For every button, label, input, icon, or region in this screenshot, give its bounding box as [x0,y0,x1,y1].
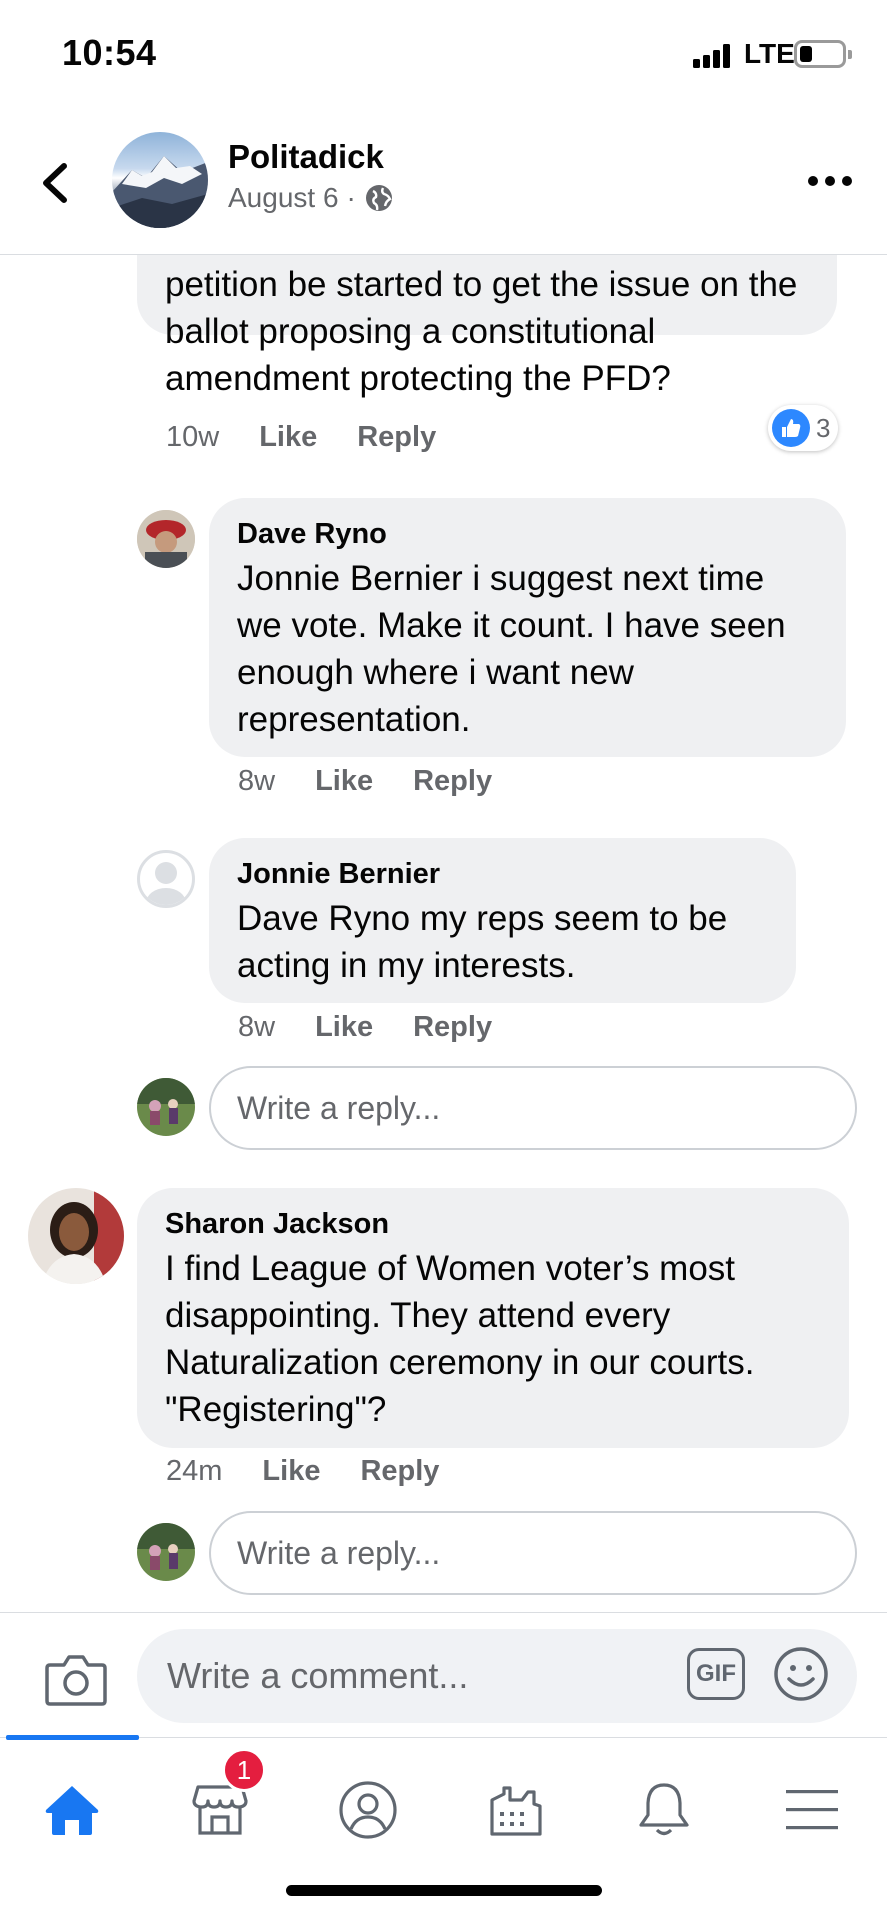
gif-icon[interactable]: GIF [687,1648,745,1700]
status-bar: 10:54 LTE [0,0,887,110]
active-tab-indicator [6,1735,139,1740]
comment-author[interactable]: Dave Ryno [237,518,818,551]
comment-text: petition be started to get the issue on … [165,265,798,398]
comments-list: petition be started to get the issue on … [0,255,887,1610]
page-avatar[interactable] [112,132,208,228]
like-link[interactable]: Like [315,765,373,798]
comment-text: Dave Ryno my reps seem to be acting in m… [237,899,728,985]
reaction-count[interactable]: 3 [768,405,839,451]
reply-link[interactable]: Reply [413,765,492,798]
reply-input[interactable]: Write a reply... [209,1066,857,1150]
comment-time: 10w [166,421,220,453]
reply-link[interactable]: Reply [357,421,436,454]
network-label: LTE [744,38,795,69]
profile-icon [339,1781,397,1839]
comment-bubble[interactable]: Jonnie Bernier Dave Ryno my reps seem to… [209,838,796,1003]
comment-time: 24m [166,1455,223,1487]
like-reaction-icon [772,409,810,447]
comment-actions: 24m Like Reply [166,1455,439,1488]
reply-input[interactable]: Write a reply... [209,1511,857,1595]
avatar[interactable] [28,1188,124,1284]
menu-icon [786,1790,838,1830]
comment-bubble[interactable]: Sharon Jackson I find League of Women vo… [137,1188,849,1448]
notifications-icon [639,1783,689,1836]
back-icon[interactable] [38,160,74,206]
comment-actions: 8w Like Reply [238,765,492,798]
globe-icon [365,185,392,211]
comment-input[interactable]: Write a comment... [137,1629,857,1723]
page-name[interactable]: Politadick [228,138,384,176]
tab-menu[interactable] [762,1760,862,1860]
avatar-placeholder[interactable] [137,850,195,908]
tab-pages[interactable] [466,1760,566,1860]
battery-icon [794,40,852,68]
comment-actions: 8w Like Reply [238,1011,492,1044]
post-header: Politadick August 6 · [0,110,887,255]
comment-actions: 10w Like Reply [166,421,436,454]
comment-time: 8w [238,765,276,797]
my-avatar [137,1523,195,1581]
like-link[interactable]: Like [262,1455,320,1488]
pages-icon [490,1786,542,1836]
signal-icon [693,44,733,68]
home-indicator [286,1885,602,1896]
tab-home[interactable] [22,1760,122,1860]
comment-author[interactable]: Sharon Jackson [165,1208,821,1241]
more-options-icon[interactable] [808,174,852,188]
comment-text: I find League of Women voter’s most disa… [165,1249,755,1429]
reply-link[interactable]: Reply [360,1455,439,1488]
home-icon [45,1786,99,1835]
reaction-number: 3 [816,412,831,443]
comment-time: 8w [238,1011,276,1043]
camera-icon[interactable] [44,1653,108,1707]
like-link[interactable]: Like [315,1011,373,1044]
avatar[interactable] [137,510,195,568]
tab-profile[interactable] [318,1760,418,1860]
status-time: 10:54 [62,32,157,73]
post-meta: August 6 · [228,182,394,214]
comment-author[interactable]: Jonnie Bernier [237,858,768,891]
meta-separator: · [346,182,356,213]
comment-bubble[interactable]: Dave Ryno Jonnie Bernier i suggest next … [209,498,846,757]
reply-link[interactable]: Reply [413,1011,492,1044]
tab-notifications[interactable] [614,1760,714,1860]
my-avatar [137,1078,195,1136]
emoji-icon[interactable] [773,1646,829,1702]
like-link[interactable]: Like [259,421,317,454]
comment-composer: Write a comment... GIF [0,1612,887,1737]
comment-text: Jonnie Bernier i suggest next time we vo… [237,559,786,739]
post-date: August 6 [228,182,339,213]
notification-badge: 1 [222,1748,266,1792]
